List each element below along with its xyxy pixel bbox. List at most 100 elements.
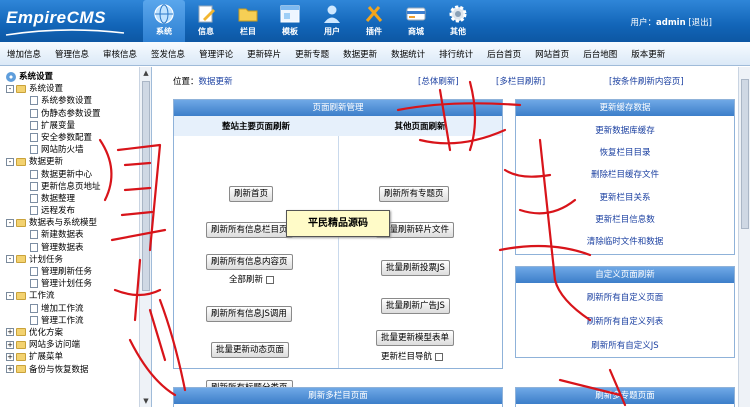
submenu-rank-stats[interactable]: 排行统计: [432, 48, 480, 60]
tree-item[interactable]: 远程发布: [4, 205, 138, 217]
refresh-all-content-pages-button[interactable]: 刷新所有信息内容页: [206, 254, 293, 270]
tree-item[interactable]: 管理工作流: [4, 315, 138, 327]
batch-update-dynamic-button[interactable]: 批量更新动态页面: [211, 342, 290, 358]
collapse-icon[interactable]: -: [6, 218, 14, 227]
tree-item[interactable]: 新建数据表: [4, 229, 138, 241]
tree-label: 工作流: [29, 291, 55, 302]
tree-item[interactable]: 网站防火墙: [4, 144, 138, 156]
submenu-sign-info[interactable]: 签发信息: [144, 48, 192, 60]
tree-root[interactable]: 系统设置: [4, 71, 138, 83]
tree-item[interactable]: 管理数据表: [4, 242, 138, 254]
main-scrollbar[interactable]: [738, 67, 750, 407]
document-icon: [30, 303, 38, 313]
refresh-all-js-button[interactable]: 刷新所有信息JS调用: [206, 306, 292, 322]
tree-item[interactable]: 伪静态参数设置: [4, 108, 138, 120]
submenu-data-update[interactable]: 数据更新: [336, 48, 384, 60]
tree-item[interactable]: 系统参数设置: [4, 95, 138, 107]
nav-template[interactable]: 模板: [269, 0, 311, 42]
tree-folder[interactable]: - 系统设置: [4, 83, 138, 95]
app-logo[interactable]: EmpireCMS: [6, 8, 106, 28]
collapse-icon[interactable]: -: [6, 84, 14, 93]
document-icon: [30, 120, 38, 130]
submenu-manage-info[interactable]: 管理信息: [48, 48, 96, 60]
update-db-cache-link[interactable]: 更新数据库缓存: [516, 124, 734, 136]
update-column-relation-link[interactable]: 更新栏目关系: [516, 191, 734, 203]
folder-icon: [16, 84, 26, 93]
folder-icon: [16, 291, 26, 300]
collapse-icon[interactable]: -: [6, 255, 14, 264]
tree-item[interactable]: 增加工作流: [4, 303, 138, 315]
refresh-home-button[interactable]: 刷新首页: [229, 186, 274, 202]
submenu-version-update[interactable]: 版本更新: [624, 48, 672, 60]
update-column-count-link[interactable]: 更新栏目信息数: [516, 213, 734, 225]
logout-link[interactable]: [退出]: [688, 18, 712, 28]
tree-folder[interactable]: + 优化方案: [4, 327, 138, 339]
submenu-admin-map[interactable]: 后台地图: [576, 48, 624, 60]
refresh-custom-lists-link[interactable]: 刷新所有自定义列表: [516, 315, 734, 327]
document-edit-icon: [198, 5, 215, 23]
tree-label: 网站防火墙: [41, 145, 84, 156]
nav-info[interactable]: 信息: [185, 0, 227, 42]
tree-item[interactable]: 数据更新中心: [4, 169, 138, 181]
tree-folder[interactable]: + 扩展菜单: [4, 351, 138, 363]
refresh-all-topics-button[interactable]: 刷新所有专题页: [379, 186, 449, 202]
nav-column[interactable]: 栏目: [227, 0, 269, 42]
multi-column-refresh-link[interactable]: [多栏目刷新]: [496, 75, 545, 87]
refresh-all-column-pages-button[interactable]: 刷新所有信息栏目页: [206, 222, 293, 238]
cache-update-panel: 更新缓存数据 更新数据库缓存 恢复栏目目录 删除栏目缓存文件 更新栏目关系 更新…: [515, 99, 735, 255]
submenu-site-home[interactable]: 网站首页: [528, 48, 576, 60]
collapse-icon[interactable]: -: [6, 291, 14, 300]
nav-user[interactable]: 用户: [311, 0, 353, 42]
tree-folder[interactable]: - 数据更新: [4, 156, 138, 168]
batch-update-model-form-button[interactable]: 批量更新模型表单: [376, 330, 455, 346]
scroll-down-icon[interactable]: ▼: [142, 397, 150, 405]
nav-system[interactable]: 系统: [143, 0, 185, 42]
expand-icon[interactable]: +: [6, 340, 14, 349]
folder-icon: [16, 328, 26, 337]
tree-item[interactable]: 数据整理: [4, 193, 138, 205]
submenu-data-stats[interactable]: 数据统计: [384, 48, 432, 60]
batch-refresh-vote-js-button[interactable]: 批量刷新投票JS: [381, 260, 450, 276]
tree-folder[interactable]: + 网站多访问端: [4, 339, 138, 351]
tree-folder[interactable]: - 数据表与系统模型: [4, 217, 138, 229]
nav-shop[interactable]: 商城: [395, 0, 437, 42]
breadcrumb-link[interactable]: 数据更新: [199, 77, 233, 87]
restore-column-dir-link[interactable]: 恢复栏目目录: [516, 146, 734, 158]
overall-refresh-link[interactable]: [总体刷新]: [418, 75, 459, 87]
conditional-refresh-link[interactable]: [按条件刷新内容页]: [609, 75, 684, 87]
panel-title: 刷新多专题页面: [516, 388, 734, 404]
tree-item[interactable]: 管理计划任务: [4, 278, 138, 290]
refresh-custom-js-link[interactable]: 刷新所有自定义JS: [516, 339, 734, 351]
batch-refresh-ad-js-button[interactable]: 批量刷新广告JS: [381, 298, 450, 314]
submenu-update-topics[interactable]: 更新专题: [288, 48, 336, 60]
scroll-thumb[interactable]: [142, 81, 150, 291]
column-nav-checkbox[interactable]: [435, 352, 444, 361]
scroll-thumb[interactable]: [741, 79, 749, 229]
submenu-review-info[interactable]: 审核信息: [96, 48, 144, 60]
all-refresh-checkbox[interactable]: [266, 275, 275, 284]
submenu-manage-comments[interactable]: 管理评论: [192, 48, 240, 60]
expand-icon[interactable]: +: [6, 365, 14, 373]
nav-plugin[interactable]: 插件: [353, 0, 395, 42]
tree-item[interactable]: 安全参数配置: [4, 132, 138, 144]
sidebar-scrollbar[interactable]: ▲ ▼: [139, 67, 151, 407]
tree-item[interactable]: 管理刷新任务: [4, 266, 138, 278]
submenu-update-fragments[interactable]: 更新碎片: [240, 48, 288, 60]
collapse-icon[interactable]: -: [6, 157, 14, 166]
tree-folder[interactable]: - 计划任务: [4, 254, 138, 266]
submenu-add-info[interactable]: 增加信息: [0, 48, 48, 60]
tree-item[interactable]: 扩展变量: [4, 120, 138, 132]
tree-folder[interactable]: - 工作流: [4, 290, 138, 302]
nav-other[interactable]: 其他: [437, 0, 479, 42]
scroll-up-icon[interactable]: ▲: [142, 69, 150, 77]
expand-icon[interactable]: +: [6, 328, 14, 337]
tree-folder[interactable]: + 备份与恢复数据: [4, 364, 138, 376]
clear-temp-files-link[interactable]: 清除临时文件和数据: [516, 235, 734, 247]
delete-column-cache-link[interactable]: 删除栏目缓存文件: [516, 168, 734, 180]
document-icon: [30, 108, 38, 118]
tree-label: 备份与恢复数据: [29, 364, 89, 375]
tree-item[interactable]: 更新信息页地址: [4, 181, 138, 193]
submenu-admin-home[interactable]: 后台首页: [480, 48, 528, 60]
expand-icon[interactable]: +: [6, 352, 14, 361]
refresh-custom-pages-link[interactable]: 刷新所有自定义页面: [516, 291, 734, 303]
